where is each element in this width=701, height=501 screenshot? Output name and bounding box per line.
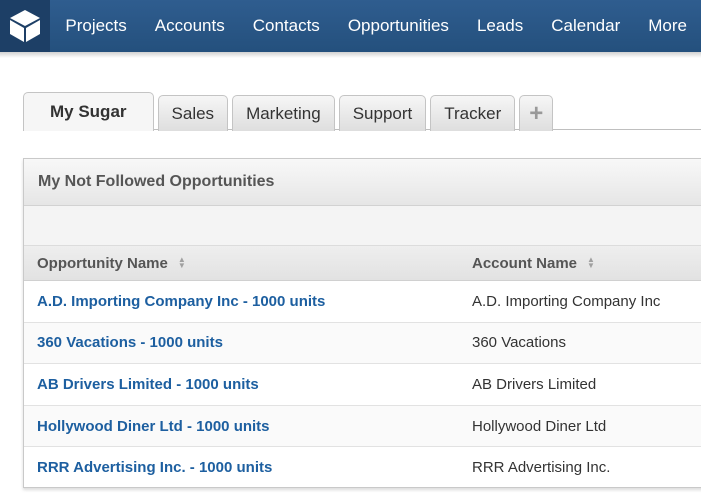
nav-item-opportunities[interactable]: Opportunities [334,0,463,52]
nav-shadow [0,52,701,58]
tab-sales[interactable]: Sales [157,95,229,131]
account-name-cell: RRR Advertising Inc. [472,459,611,477]
table-row: RRR Advertising Inc. - 1000 units RRR Ad… [24,447,701,489]
opportunity-link[interactable]: A.D. Importing Company Inc - 1000 units [24,293,459,310]
column-header-label: Account Name [472,254,578,272]
add-tab-plus-icon[interactable]: + [519,95,554,131]
nav-item-projects[interactable]: Projects [50,0,140,52]
nav-item-calendar[interactable]: Calendar [537,0,634,52]
nav-item-leads[interactable]: Leads [463,0,537,52]
opportunities-dashlet: My Not Followed Opportunities Opportunit… [23,158,701,489]
tab-support[interactable]: Support [338,95,427,131]
dashlet-header: My Not Followed Opportunities [24,159,701,206]
table-row: AB Drivers Limited - 1000 units AB Drive… [24,364,701,406]
tab-tracker[interactable]: Tracker [430,95,516,131]
cube-logo-icon[interactable] [0,0,51,52]
opportunity-link[interactable]: RRR Advertising Inc. - 1000 units [24,459,459,476]
table-row: A.D. Importing Company Inc - 1000 units … [24,281,701,323]
opportunity-link[interactable]: AB Drivers Limited - 1000 units [24,376,459,393]
account-name-cell: Hollywood Diner Ltd [472,417,607,435]
opportunity-link[interactable]: 360 Vacations - 1000 units [24,334,459,351]
top-navigation-bar: Projects Accounts Contacts Opportunities… [0,0,701,52]
dashlet-toolbar [24,206,701,246]
nav-item-more[interactable]: More [634,0,701,52]
dashboard-tabs: My Sugar Sales Marketing Support Tracker… [23,92,557,131]
column-header-label: Opportunity Name [37,254,168,272]
table-row: 360 Vacations - 1000 units 360 Vacations [24,322,701,365]
table-header: Opportunity Name ▲ ▼ Account Name ▲ ▼ [24,246,701,281]
table-body: A.D. Importing Company Inc - 1000 units … [24,281,701,489]
account-name-cell: 360 Vacations [472,334,566,352]
account-name-cell: AB Drivers Limited [472,375,597,393]
sort-icon[interactable]: ▲ ▼ [587,256,595,270]
column-header-opportunity-name[interactable]: Opportunity Name ▲ ▼ [24,255,459,272]
dashlet-title: My Not Followed Opportunities [38,173,275,190]
table-row: Hollywood Diner Ltd - 1000 units Hollywo… [24,405,701,448]
opportunity-link[interactable]: Hollywood Diner Ltd - 1000 units [24,418,459,435]
nav-items: Projects Accounts Contacts Opportunities… [50,0,701,52]
nav-item-contacts[interactable]: Contacts [239,0,334,52]
account-name-cell: A.D. Importing Company Inc [472,292,661,310]
sort-icon[interactable]: ▲ ▼ [178,256,186,270]
nav-item-accounts[interactable]: Accounts [141,0,239,52]
column-header-account-name[interactable]: Account Name ▲ ▼ [459,255,595,272]
tab-my-sugar[interactable]: My Sugar [23,92,154,131]
tab-marketing[interactable]: Marketing [232,95,335,131]
